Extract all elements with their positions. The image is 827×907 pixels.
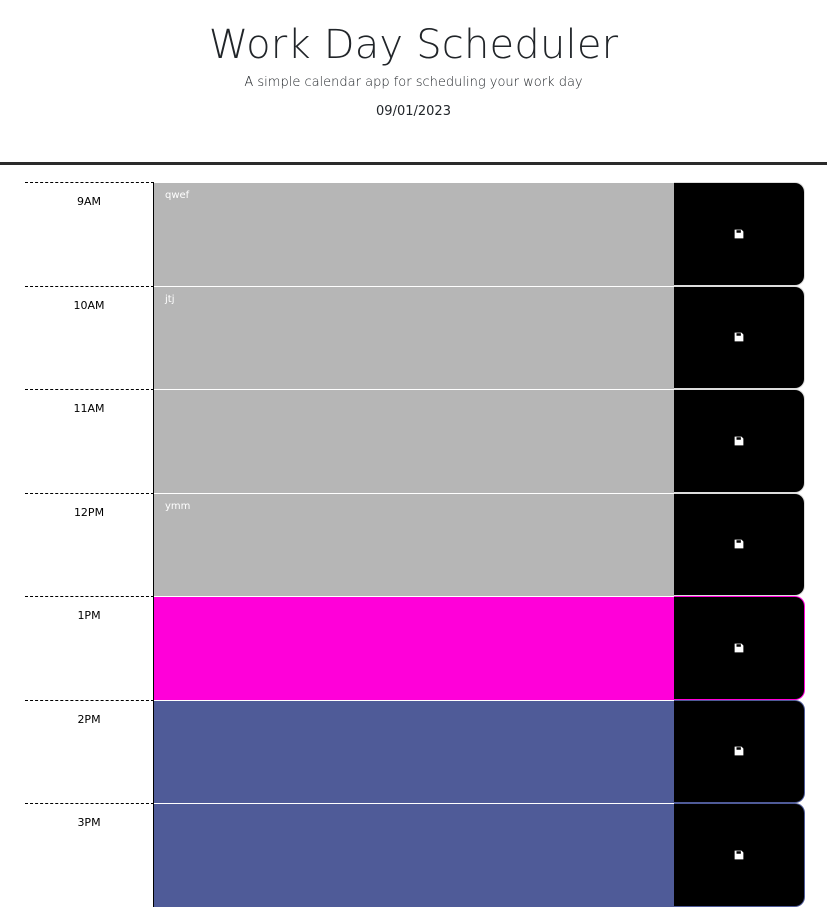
time-block: 3PM (25, 803, 805, 907)
time-block-list: 9AM qwef 10AM jtj 11AM 12PM ymm 1PM 2PM … (25, 182, 805, 907)
page-subtitle: A simple calendar app for scheduling you… (244, 75, 583, 90)
save-button[interactable] (674, 285, 805, 389)
description-textarea[interactable]: jtj (154, 285, 674, 389)
save-icon (734, 746, 744, 756)
time-block: 2PM (25, 699, 805, 803)
hour-label: 9AM (25, 182, 154, 286)
description-textarea[interactable]: ymm (154, 492, 674, 596)
save-icon (734, 539, 744, 549)
save-icon (734, 436, 744, 446)
hour-label: 10AM (25, 285, 154, 389)
page-title: Work Day Scheduler (208, 22, 619, 68)
hour-label: 3PM (25, 803, 154, 907)
save-icon (734, 850, 744, 860)
description-textarea[interactable]: qwef (154, 182, 674, 286)
save-button[interactable] (674, 182, 805, 286)
description-textarea[interactable] (154, 389, 674, 493)
save-icon (734, 229, 744, 239)
current-date: 09/01/2023 (376, 104, 451, 119)
save-button[interactable] (674, 596, 805, 700)
description-textarea[interactable] (154, 699, 674, 803)
time-block: 1PM (25, 596, 805, 700)
save-button[interactable] (674, 803, 805, 907)
time-block: 11AM (25, 389, 805, 493)
time-block: 9AM qwef (25, 182, 805, 286)
hour-label: 11AM (25, 389, 154, 493)
hour-label: 1PM (25, 596, 154, 700)
save-icon (734, 643, 744, 653)
description-textarea[interactable] (154, 803, 674, 907)
time-block: 10AM jtj (25, 285, 805, 389)
save-button[interactable] (674, 699, 805, 803)
save-button[interactable] (674, 492, 805, 596)
page-header: Work Day Scheduler A simple calendar app… (0, 0, 827, 165)
save-icon (734, 332, 744, 342)
description-textarea[interactable] (154, 596, 674, 700)
save-button[interactable] (674, 389, 805, 493)
hour-label: 12PM (25, 492, 154, 596)
hour-label: 2PM (25, 699, 154, 803)
time-block: 12PM ymm (25, 492, 805, 596)
